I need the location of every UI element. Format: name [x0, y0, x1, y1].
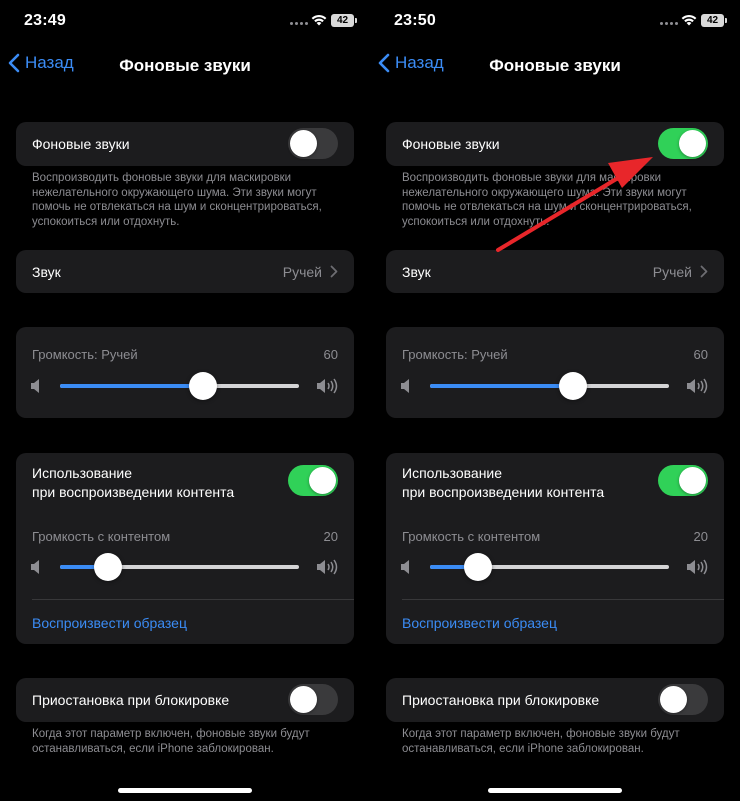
lock-pause-label: Приостановка при блокировке [32, 692, 230, 708]
screen-before: 23:49 42 Назад Фоновые звуки Фоновые зву… [0, 0, 370, 801]
screen-after: 23:50 42 Назад Фоновые звуки Фоновые зву… [370, 0, 740, 801]
media-label-line1: Использование [32, 465, 133, 481]
media-volume-value: 20 [323, 529, 338, 544]
battery-icon: 42 [331, 14, 357, 27]
media-label-line2: при воспроизведении контента [32, 484, 235, 500]
media-card: Использование при воспроизведении контен… [16, 453, 354, 644]
sound-row[interactable]: Звук Ручей [16, 250, 354, 293]
volume-card: Громкость: Ручей 60 [16, 327, 354, 418]
page-title: Фоновые звуки [119, 56, 251, 75]
sound-label: Звук [32, 264, 61, 280]
switch-knob [290, 686, 317, 713]
background-sounds-row: Фоновые звуки [16, 122, 354, 166]
speaker-low-icon [31, 560, 39, 574]
media-playback-switch[interactable] [288, 465, 338, 496]
chevron-right-icon [330, 265, 338, 278]
annotation-arrow-icon [496, 157, 653, 252]
play-sample-link[interactable]: Воспроизвести образец [32, 615, 187, 631]
status-bar: 23:49 42 [0, 0, 370, 44]
media-volume-slider[interactable] [16, 552, 354, 582]
volume-caption: Громкость: Ручей [32, 347, 138, 362]
sound-value: Ручей [282, 264, 322, 280]
speaker-high-icon [317, 559, 338, 575]
slider-track [60, 372, 299, 400]
lock-pause-row: Приостановка при блокировке [16, 678, 354, 722]
switch-knob [290, 130, 317, 157]
speaker-low-icon [31, 379, 39, 393]
slider-thumb[interactable] [93, 553, 122, 581]
status-time: 23:49 [24, 12, 66, 29]
volume-slider[interactable] [16, 371, 354, 401]
signal-dots-icon [290, 22, 308, 25]
lock-pause-switch[interactable] [288, 684, 338, 715]
wifi-icon [311, 14, 327, 26]
home-indicator [118, 788, 252, 793]
background-sounds-label: Фоновые звуки [32, 136, 130, 152]
navigation-bar: Назад Фоновые звуки [0, 50, 370, 80]
media-volume-caption: Громкость с контентом [32, 529, 171, 544]
divider [32, 599, 354, 600]
media-label: Использование при воспроизведении контен… [32, 464, 234, 502]
switch-knob [309, 467, 336, 494]
lock-pause-footnote: Когда этот параметр включен, фоновые зву… [32, 728, 310, 755]
speaker-high-icon [317, 378, 338, 394]
background-sounds-footnote: Воспроизводить фоновые звуки для маскиро… [32, 172, 322, 228]
slider-thumb[interactable] [189, 372, 218, 400]
volume-value: 60 [323, 347, 338, 362]
background-sounds-switch[interactable] [288, 128, 338, 159]
slider-fill [60, 384, 204, 388]
slider-track [60, 553, 299, 581]
